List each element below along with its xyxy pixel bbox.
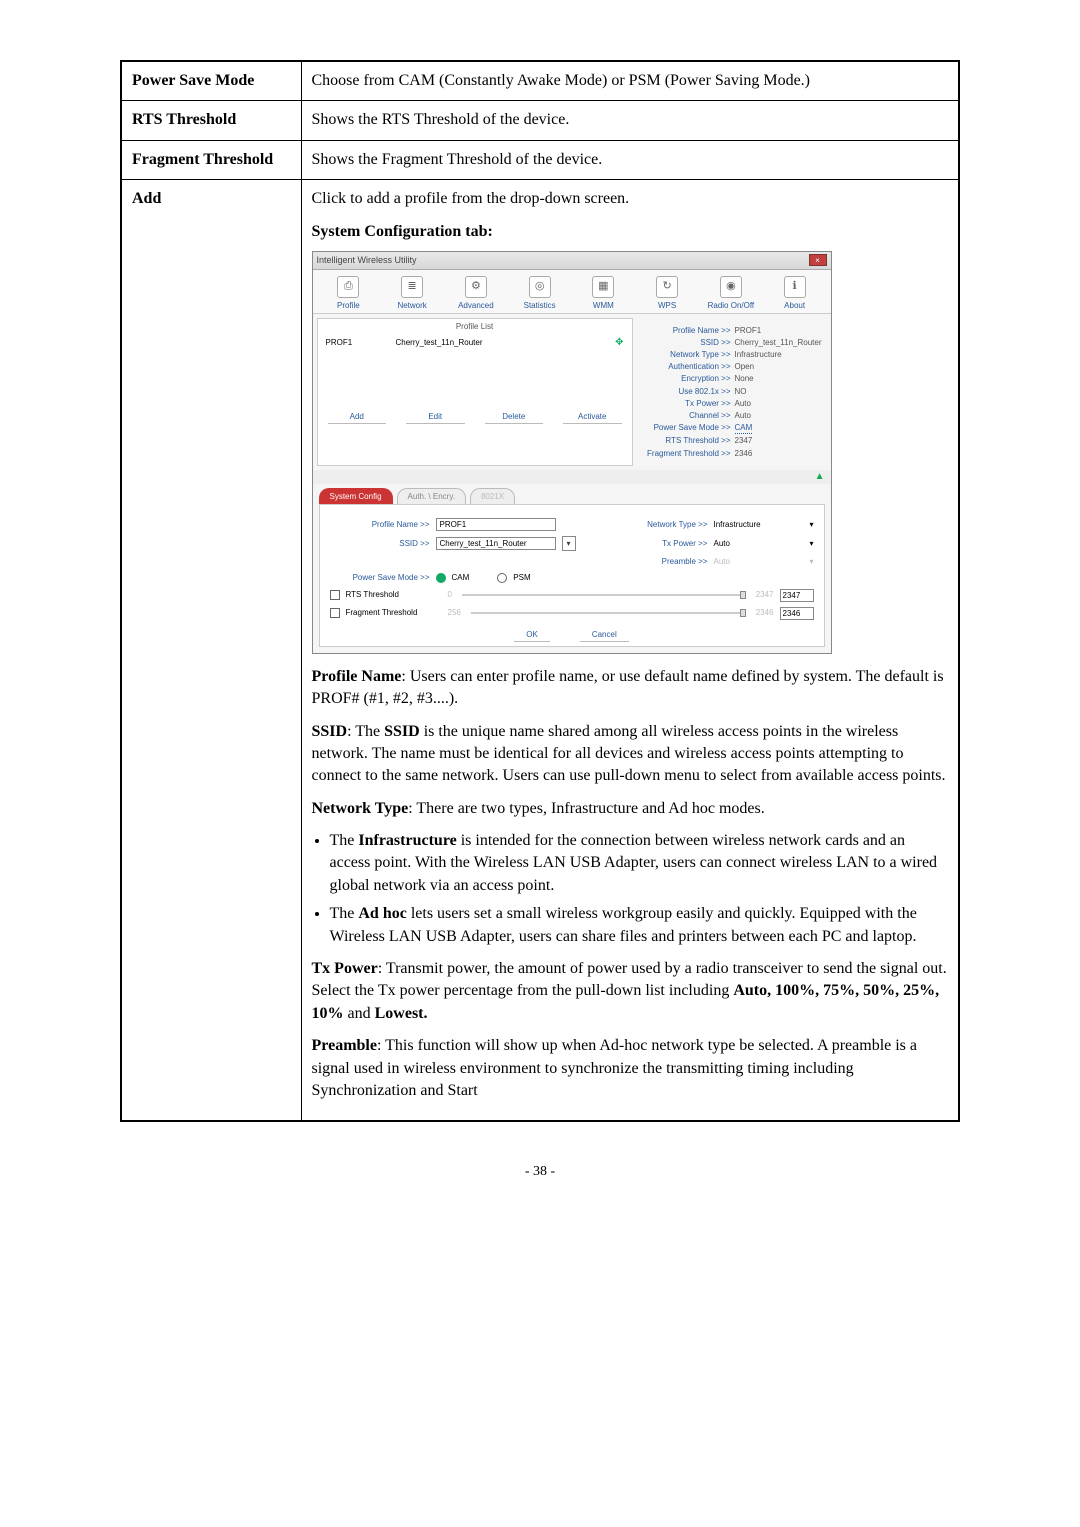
config-tabs: System Config Auth. \ Encry. 8021X — [319, 488, 825, 504]
ssid-field[interactable] — [436, 537, 556, 550]
profile-row-name: PROF1 — [326, 337, 396, 348]
row-fragment-label: Fragment Threshold — [121, 140, 301, 179]
tb-statistics[interactable]: ◎Statistics — [512, 276, 568, 311]
row-power-save-desc: Choose from CAM (Constantly Awake Mode) … — [301, 61, 959, 101]
radio-icon: ◉ — [720, 276, 742, 298]
add-desc: Click to add a profile from the drop-dow… — [312, 188, 949, 210]
list-item: The Ad hoc lets users set a small wirele… — [330, 903, 949, 948]
profile-row-ssid: Cherry_test_11n_Router — [396, 337, 616, 348]
profile-list-title: Profile List — [322, 321, 628, 332]
chevron-down-icon: ▾ — [809, 519, 813, 530]
system-config-panel: Profile Name >> Network Type >> Infrastr… — [319, 504, 825, 647]
statistics-icon: ◎ — [529, 276, 551, 298]
cam-link: CAM — [735, 422, 753, 434]
tab-auth-encry[interactable]: Auth. \ Encry. — [397, 488, 466, 504]
content-row: Profile List PROF1 Cherry_test_11n_Route… — [313, 314, 831, 470]
fragment-slider[interactable] — [471, 612, 746, 614]
signal-icon: ✥ — [615, 336, 623, 350]
row-add-content: Click to add a profile from the drop-dow… — [301, 180, 959, 1122]
row-rts-desc: Shows the RTS Threshold of the device. — [301, 101, 959, 140]
tb-wps[interactable]: ↻WPS — [639, 276, 695, 311]
tb-radio[interactable]: ◉Radio On/Off — [703, 276, 759, 311]
tb-profile[interactable]: ⎙Profile — [320, 276, 376, 311]
tab-system-config[interactable]: System Config — [319, 488, 393, 504]
wmm-icon: ▦ — [592, 276, 614, 298]
definitions-table: Power Save Mode Choose from CAM (Constan… — [120, 60, 960, 1122]
tx-power-para: Tx Power: Transmit power, the amount of … — [312, 958, 949, 1025]
cam-radio[interactable] — [436, 573, 446, 583]
system-config-heading: System Configuration tab: — [312, 221, 949, 243]
toolbar: ⎙Profile ≣Network ⚙Advanced ◎Statistics … — [313, 270, 831, 314]
about-icon: ℹ — [784, 276, 806, 298]
titlebar: Intelligent Wireless Utility × — [313, 252, 831, 270]
profile-buttons: Add Edit Delete Activate — [322, 410, 628, 424]
preamble-select: Auto — [713, 556, 803, 567]
network-icon: ≣ — [401, 276, 423, 298]
tb-network[interactable]: ≣Network — [384, 276, 440, 311]
page-number: - 38 - — [120, 1162, 960, 1182]
network-type-para: Network Type: There are two types, Infra… — [312, 798, 949, 820]
tab-8021x[interactable]: 8021X — [470, 488, 515, 504]
collapse-bar[interactable]: ▲ — [313, 470, 831, 484]
delete-button[interactable]: Delete — [485, 410, 544, 424]
fragment-value-field[interactable] — [780, 607, 814, 620]
row-add-label: Add — [121, 180, 301, 1122]
app-window: Intelligent Wireless Utility × ⎙Profile … — [312, 251, 832, 654]
app-title: Intelligent Wireless Utility — [317, 254, 417, 267]
tb-about[interactable]: ℹAbout — [767, 276, 823, 311]
chevron-down-icon: ▾ — [809, 538, 813, 549]
psm-radio[interactable] — [497, 573, 507, 583]
profile-name-field[interactable] — [436, 518, 556, 531]
edit-button[interactable]: Edit — [406, 410, 465, 424]
wps-icon: ↻ — [656, 276, 678, 298]
row-fragment-desc: Shows the Fragment Threshold of the devi… — [301, 140, 959, 179]
network-type-list: The Infrastructure is intended for the c… — [330, 830, 949, 948]
rts-value-field[interactable] — [780, 589, 814, 602]
profile-icon: ⎙ — [337, 276, 359, 298]
close-icon[interactable]: × — [809, 254, 827, 266]
tb-advanced[interactable]: ⚙Advanced — [448, 276, 504, 311]
activate-button[interactable]: Activate — [563, 410, 622, 424]
add-button[interactable]: Add — [328, 410, 387, 424]
rts-checkbox[interactable] — [330, 590, 340, 600]
detail-panel: Profile Name >>PROF1 SSID >>Cherry_test_… — [637, 318, 827, 466]
row-rts-label: RTS Threshold — [121, 101, 301, 140]
fragment-checkbox[interactable] — [330, 608, 340, 618]
profile-row[interactable]: PROF1 Cherry_test_11n_Router ✥ — [322, 334, 628, 352]
ssid-para: SSID: The SSID is the unique name shared… — [312, 721, 949, 788]
chevron-up-icon: ▲ — [815, 470, 825, 484]
cancel-button[interactable]: Cancel — [580, 628, 629, 642]
ssid-dropdown-icon[interactable]: ▾ — [562, 536, 576, 551]
row-power-save-label: Power Save Mode — [121, 61, 301, 101]
ok-button[interactable]: OK — [514, 628, 550, 642]
list-item: The Infrastructure is intended for the c… — [330, 830, 949, 897]
rts-slider[interactable] — [462, 594, 746, 596]
tb-wmm[interactable]: ▦WMM — [575, 276, 631, 311]
tx-power-select[interactable]: Auto — [713, 538, 803, 549]
preamble-para: Preamble: This function will show up whe… — [312, 1035, 949, 1102]
profile-name-para: Profile Name: Users can enter profile na… — [312, 666, 949, 711]
network-type-select[interactable]: Infrastructure — [713, 519, 803, 530]
profile-list-panel: Profile List PROF1 Cherry_test_11n_Route… — [317, 318, 633, 466]
chevron-down-icon: ▾ — [809, 556, 813, 567]
advanced-icon: ⚙ — [465, 276, 487, 298]
